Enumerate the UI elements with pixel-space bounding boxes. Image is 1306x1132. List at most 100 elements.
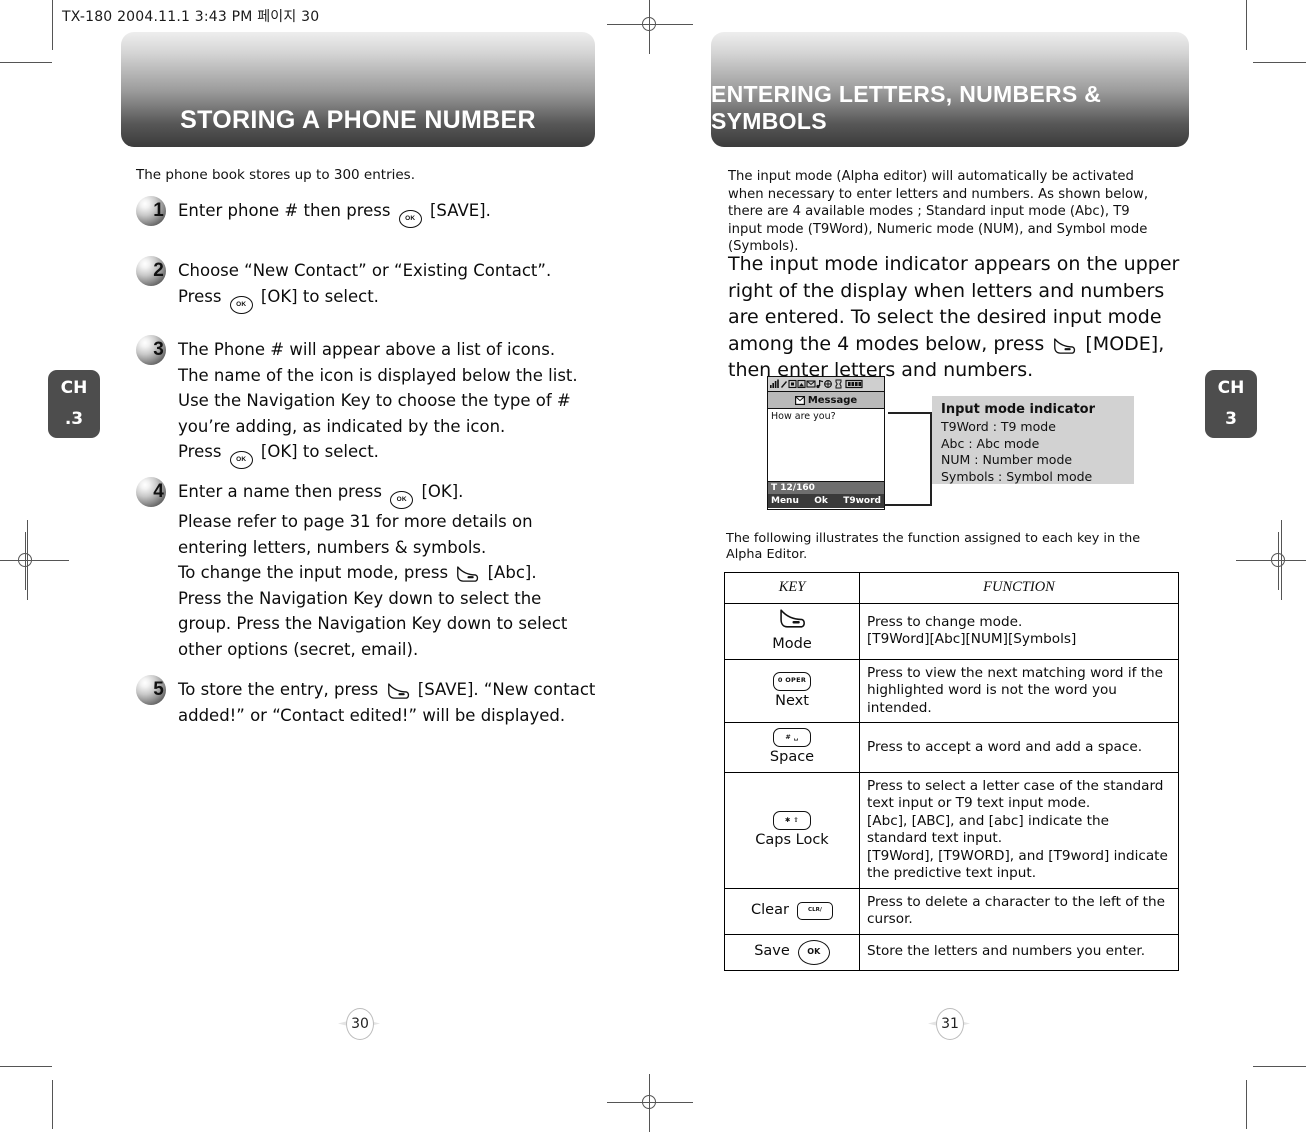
phone-char-counter: T 12/160 xyxy=(768,481,884,494)
table-row: ✱ ⇧ Caps Lock Press to select a letter cas… xyxy=(724,771,1179,889)
callout-item: Abc : Abc mode xyxy=(941,435,1040,451)
step-text-line: Enter phone # then press OK [SAVE]. xyxy=(178,198,491,228)
function-line: Press to change mode. xyxy=(867,613,1023,630)
step-number: 4 xyxy=(153,481,164,502)
registration-mark-right xyxy=(1236,532,1306,590)
phone-softkey-right: T9word xyxy=(843,496,881,506)
function-line: Press to select a letter case of the sta… xyxy=(867,777,1164,812)
step-text-line: added!” or “Contact edited!” will be dis… xyxy=(178,705,566,725)
table-row: 0 OPER Next Press to view the next matchin… xyxy=(724,658,1179,723)
step-number-bullet: 1 xyxy=(136,196,169,226)
pound-space-key-icon: # ␣ xyxy=(773,728,811,747)
step-text-line: other options (secret, email). xyxy=(178,639,419,659)
table-cell-key: ✱ ⇧ Caps Lock xyxy=(724,771,860,889)
callout-item: T9Word : T9 mode xyxy=(941,419,1056,434)
table-cell-key: # ␣ Space xyxy=(724,722,860,773)
soft-key-glyph xyxy=(387,683,409,699)
function-line: [T9Word][Abc][NUM][Symbols] xyxy=(867,631,1077,647)
crop-line-bottom-left-horizontal xyxy=(0,1066,52,1067)
soft-key-icon xyxy=(779,608,806,635)
step-text-line: you’re adding, as indicated by the icon. xyxy=(178,416,506,436)
phone-softkey-bar: Menu Ok T9word xyxy=(768,494,884,508)
callout-item: Symbols : Symbol mode xyxy=(941,468,1093,484)
table-head: KEY FUNCTION xyxy=(724,572,1179,604)
function-line: Press to accept a word and add a space. xyxy=(867,738,1143,755)
key-function-table: KEY FUNCTION Mode Press to change mode. [T… xyxy=(724,572,1179,971)
phone-body-text: How are you? xyxy=(768,409,884,481)
right-page-intro: The input mode (Alpha editor) will autom… xyxy=(728,169,1149,254)
step-text-line: To store the entry, press [SAVE]. “New c… xyxy=(178,680,596,699)
crop-line-top-left-vertical xyxy=(52,0,53,50)
page-number-left-value: 30 xyxy=(346,1008,374,1040)
step-text: To store the entry, press [SAVE]. “New c… xyxy=(169,677,595,728)
step-item: 5 To store the entry, press [SAVE]. “New … xyxy=(136,675,656,728)
step-text-line: The Phone # will appear above a list of … xyxy=(178,340,556,359)
chapter-tab-left-line1: CH xyxy=(60,378,88,398)
table-cell-function: Press to delete a character to the left … xyxy=(859,887,1179,935)
star-shift-key-icon: ✱ ⇧ xyxy=(773,810,811,830)
key-label: Clear xyxy=(751,902,789,919)
soft-key-icon xyxy=(456,565,479,582)
phone-status-bar xyxy=(768,377,884,392)
chapter-tab-right-line2: 3 xyxy=(1225,409,1237,429)
key-illustration: 0 OPER Next xyxy=(732,671,852,711)
crop-line-bottom-right-vertical xyxy=(1246,1080,1247,1129)
right-page-title: ENTERING LETTERS, NUMBERS & SYMBOLS xyxy=(711,81,1102,134)
callout-heading: Input mode indicator xyxy=(941,402,1096,417)
table-cell-function: Press to change mode. [T9Word][Abc][NUM][… xyxy=(859,602,1179,660)
table-cell-key: Save OK xyxy=(724,933,860,971)
chapter-tab-left-line2: .3 xyxy=(64,409,84,429)
step-item: 1 Enter phone # then press OK [SAVE]. xyxy=(136,196,656,228)
zero-key-icon: 0 OPER xyxy=(773,671,811,691)
right-page-banner: ENTERING LETTERS, NUMBERS & SYMBOLS xyxy=(711,32,1189,147)
ok-key-icon: OK xyxy=(229,451,253,469)
key-label: Save xyxy=(754,943,790,960)
phone-softkey-left: Menu xyxy=(771,496,799,506)
phone-title-text: Message xyxy=(807,394,858,406)
step-text: Enter phone # then press OK [SAVE]. xyxy=(169,198,491,228)
key-label: Space xyxy=(769,749,815,765)
left-page-banner: STORING A PHONE NUMBER xyxy=(121,32,595,147)
step-text: Choose “New Contact” or “Existing Contac… xyxy=(169,258,551,314)
crop-line-bottom-right-horizontal xyxy=(1253,1066,1306,1067)
table-row: # ␣ Space Press to accept a word and add a… xyxy=(724,722,1179,773)
left-page-intro: The phone book stores up to 300 entries. xyxy=(136,167,416,183)
message-icon xyxy=(794,395,805,405)
step-text-line: Press OK [OK] to select. xyxy=(178,439,578,469)
registration-mark-left xyxy=(0,532,69,590)
input-mode-indicator-callout: Input mode indicator T9Word : T9 mode Abc… xyxy=(932,396,1134,484)
status-bar-icons xyxy=(770,379,863,388)
table-row: Clear CLR/ Press to delete a character to… xyxy=(724,887,1179,935)
page-number-right: 31 xyxy=(928,1008,970,1040)
table-cell-key: 0 OPER Next xyxy=(724,658,860,723)
step-text-line: Use the Navigation Key to choose the typ… xyxy=(178,391,571,410)
step-item: 4 Enter a name then press OK [OK]. Please … xyxy=(136,477,656,662)
manual-spread: TX-180 2004.11.1 3:43 PM 페이지 30 CH .3 CH… xyxy=(0,0,1306,1132)
table-body: Mode Press to change mode. [T9Word][Abc][N… xyxy=(724,602,1179,971)
crop-line-left-horizontal xyxy=(0,62,52,63)
table-cell-function: Store the letters and numbers you enter. xyxy=(859,933,1179,971)
phone-screen-illustration: Message How are you? T 12/160 Menu Ok T9… xyxy=(767,376,885,510)
step-number: 1 xyxy=(153,200,164,221)
crop-line-right-horizontal xyxy=(1253,62,1306,63)
function-line: Press to view the next matching word if … xyxy=(867,664,1164,716)
table-cell-function: Press to view the next matching word if … xyxy=(859,658,1179,723)
registration-mark-bottom xyxy=(607,1074,693,1132)
function-line: Press to delete a character to the left … xyxy=(867,893,1165,928)
chapter-tab-left: CH .3 xyxy=(48,370,100,438)
clear-key-icon: CLR/ xyxy=(796,902,833,920)
callout-leader-lower-horizontal xyxy=(884,504,932,506)
table-header-key: KEY xyxy=(724,572,860,604)
soft-key-icon xyxy=(387,682,410,699)
table-row: Save OK Store the letters and numbers you … xyxy=(724,933,1179,971)
step-text-line: Press the Navigation Key down to select … xyxy=(178,588,542,608)
step-text-line: group. Press the Navigation Key down to … xyxy=(178,614,568,633)
soft-key-glyph xyxy=(457,566,479,582)
key-label: Mode xyxy=(772,636,812,652)
key-illustration: Clear CLR/ xyxy=(732,902,852,920)
step-number: 5 xyxy=(153,679,164,700)
left-page-title: STORING A PHONE NUMBER xyxy=(180,106,536,134)
step-number-bullet: 3 xyxy=(136,335,169,365)
table-header-row: KEY FUNCTION xyxy=(724,572,1179,604)
step-text-line: Please refer to page 31 for more details… xyxy=(178,512,533,531)
